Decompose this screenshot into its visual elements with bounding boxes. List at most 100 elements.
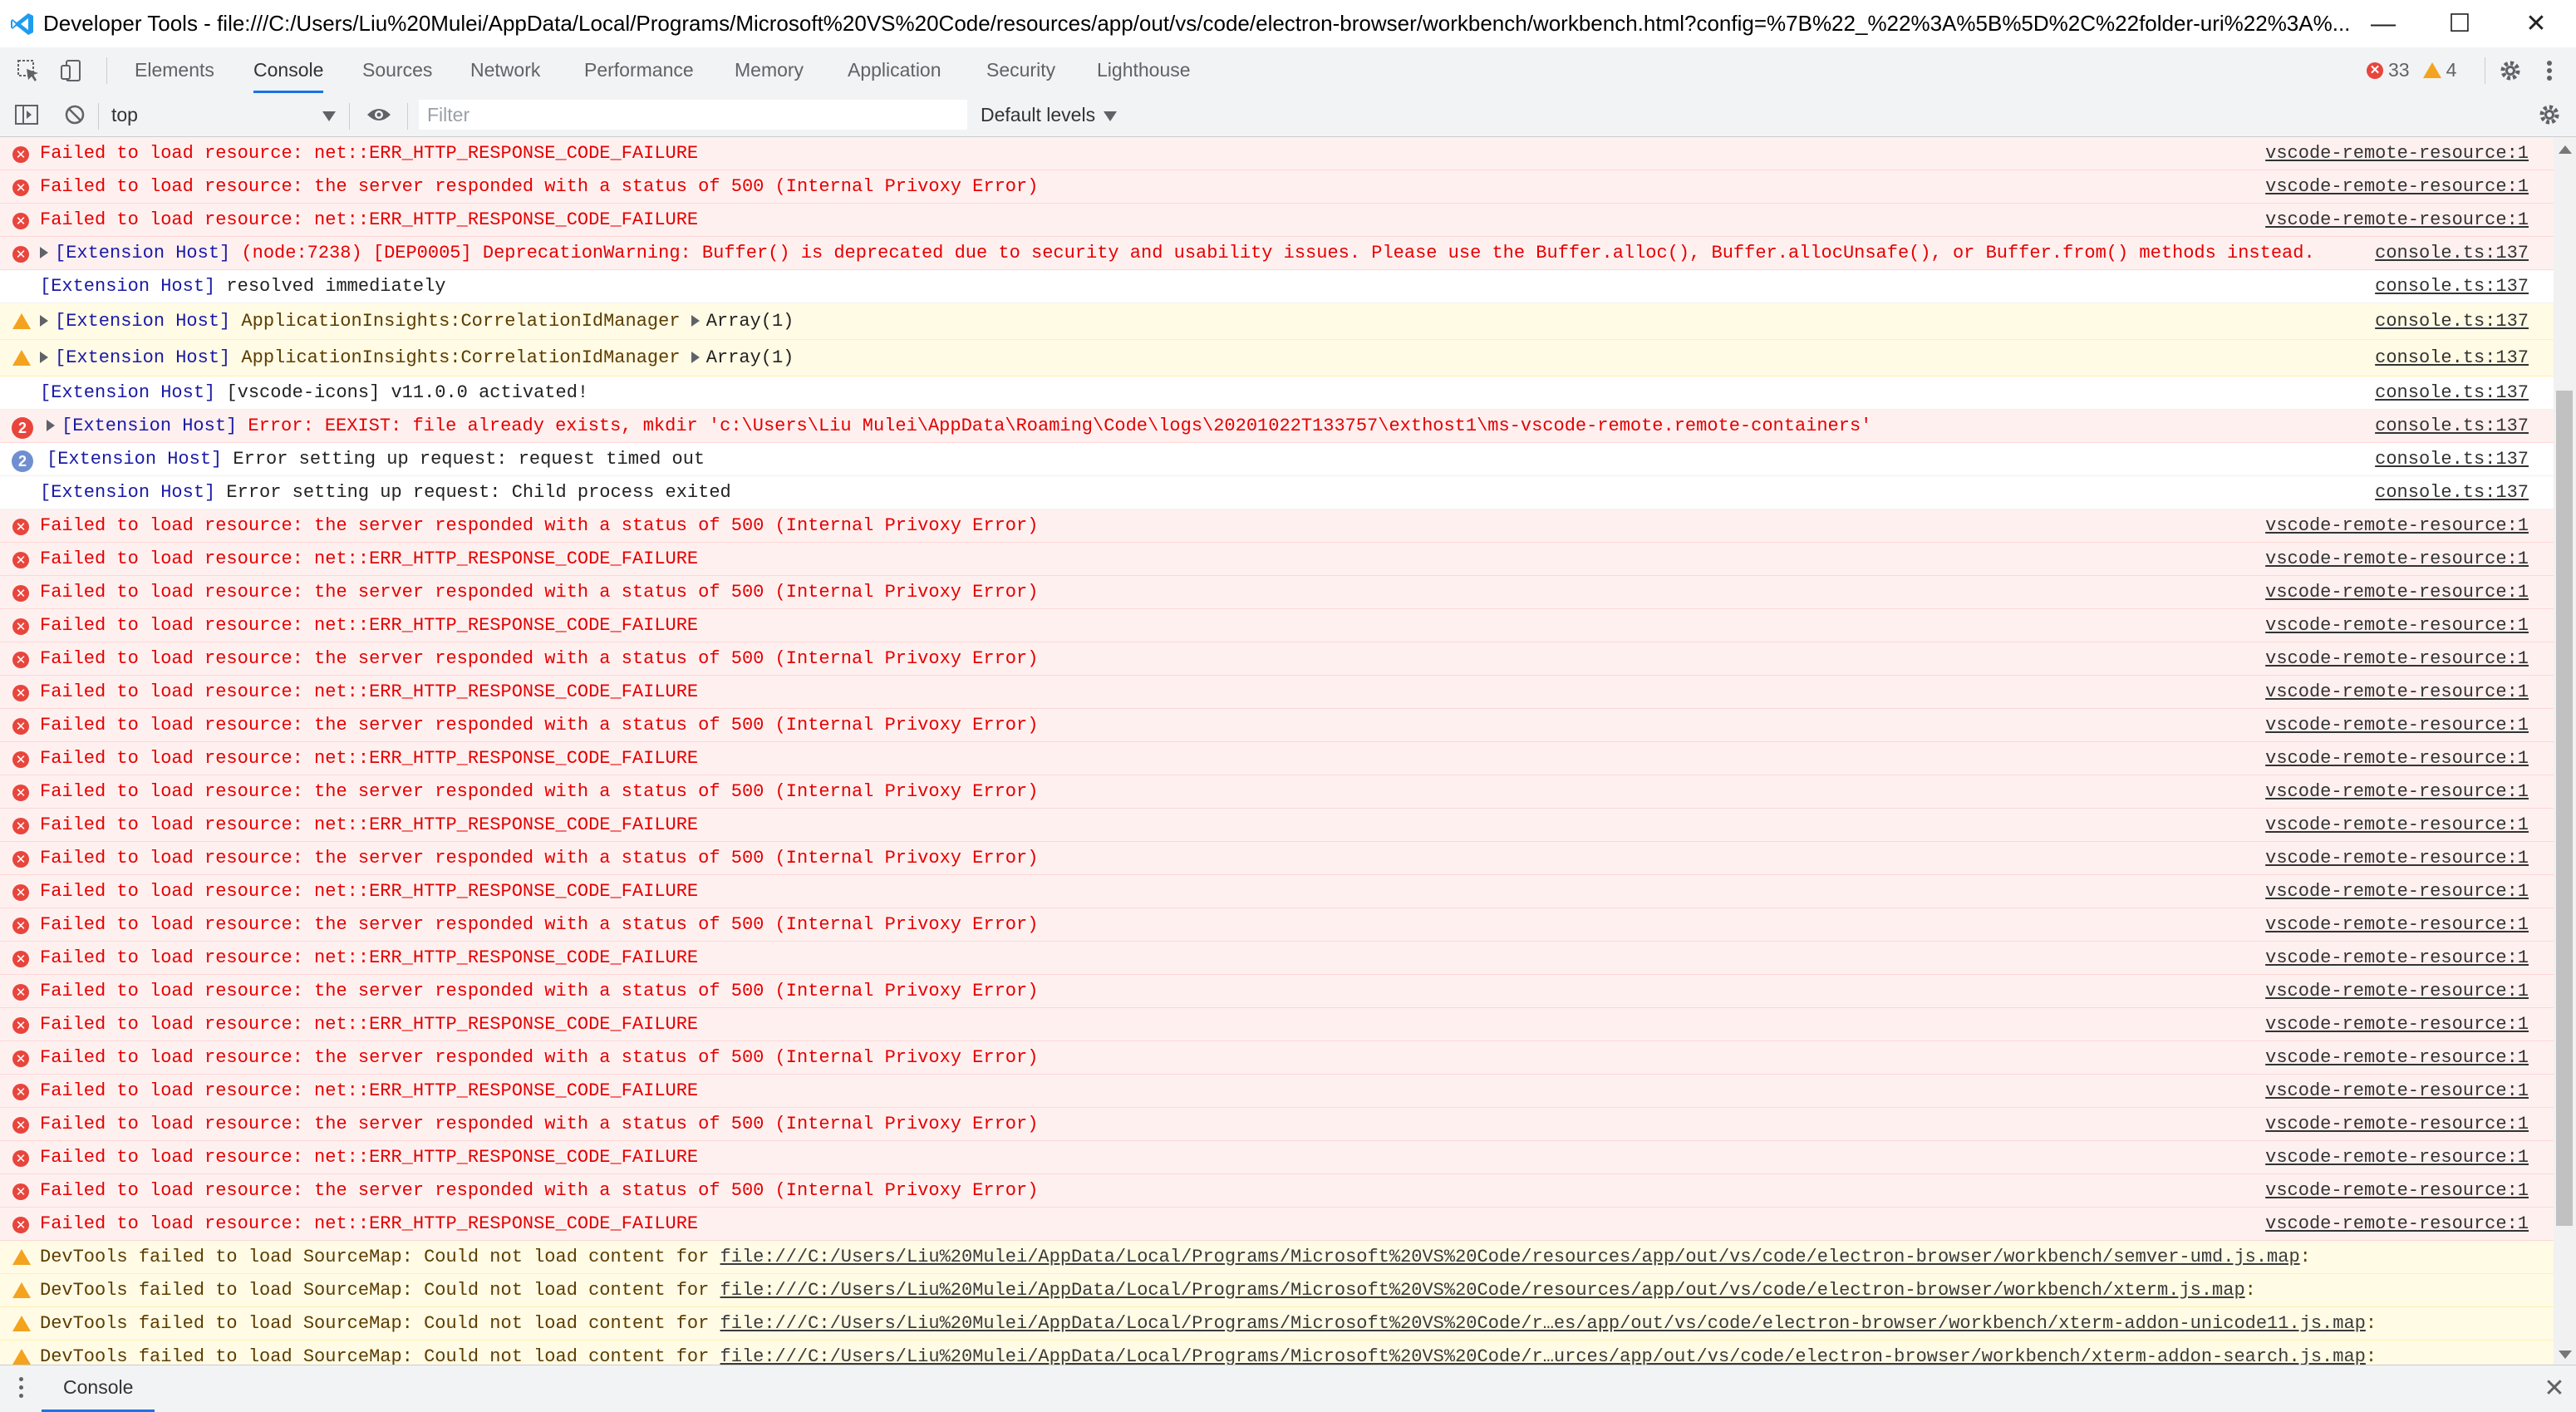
message-source-link[interactable]: vscode-remote-resource:1 [2265,709,2529,742]
log-levels-dropdown[interactable]: Default levels [981,100,1118,130]
tab-performance[interactable]: Performance [584,47,694,93]
message-source-link[interactable]: vscode-remote-resource:1 [2265,1208,2529,1241]
message-body: Failed to load resource: net::ERR_HTTP_R… [40,1147,699,1168]
scroll-up-arrow-icon[interactable] [2559,145,2572,154]
settings-gear-icon[interactable] [2494,54,2527,87]
message-source-link[interactable]: vscode-remote-resource:1 [2265,642,2529,676]
message-source-link[interactable]: vscode-remote-resource:1 [2265,1075,2529,1108]
message-source-link[interactable]: vscode-remote-resource:1 [2265,204,2529,237]
toolbar-divider [349,103,350,130]
message-text: Failed to load resource: net::ERR_HTTP_R… [40,676,698,709]
sourcemap-link[interactable]: file:///C:/Users/Liu%20Mulei/AppData/Loc… [720,1280,2245,1301]
drawer-tab-console[interactable]: Console [42,1365,155,1412]
expand-triangle-icon[interactable] [40,315,48,327]
message-source-link[interactable]: vscode-remote-resource:1 [2265,1174,2529,1208]
error-icon: ✕ [12,652,29,668]
console-messages: ✕Failed to load resource: net::ERR_HTTP_… [0,137,2554,1365]
tab-sources[interactable]: Sources [362,47,432,93]
message-array-value[interactable]: Array(1) [706,311,794,332]
sourcemap-link[interactable]: file:///C:/Users/Liu%20Mulei/AppData/Loc… [720,1346,2366,1365]
clear-console-icon[interactable] [58,98,91,131]
message-body: Failed to load resource: the server resp… [40,781,1039,802]
message-source-link[interactable]: console.ts:137 [2375,303,2529,340]
expand-triangle-icon[interactable] [691,352,700,364]
console-message-info: [Extension Host] [vscode-icons] v11.0.0 … [0,376,2554,410]
message-source-link[interactable]: vscode-remote-resource:1 [2265,576,2529,609]
expand-triangle-icon[interactable] [40,247,48,259]
expand-triangle-icon[interactable] [47,420,55,432]
minimize-button[interactable]: — [2345,0,2421,47]
tab-elements[interactable]: Elements [135,47,214,93]
scroll-down-arrow-icon[interactable] [2559,1351,2572,1359]
expand-triangle-icon[interactable] [691,315,700,327]
show-sidebar-icon[interactable] [10,98,43,131]
console-settings-gear-icon[interactable] [2533,98,2566,131]
message-source-link[interactable]: vscode-remote-resource:1 [2265,1141,2529,1174]
tab-console[interactable]: Console [253,47,324,93]
error-icon: ✕ [12,146,29,163]
message-source-link[interactable]: vscode-remote-resource:1 [2265,1108,2529,1141]
maximize-button[interactable]: ☐ [2421,0,2498,47]
message-source-link[interactable]: console.ts:137 [2375,443,2529,476]
error-icon: ✕ [12,918,29,934]
message-source-link[interactable]: vscode-remote-resource:1 [2265,742,2529,775]
message-source-link[interactable]: vscode-remote-resource:1 [2265,908,2529,942]
issue-counts[interactable]: ✕ 33 4 [2367,47,2456,93]
device-toolbar-icon[interactable] [55,54,88,87]
tab-lighthouse[interactable]: Lighthouse [1097,47,1191,93]
tab-network[interactable]: Network [470,47,540,93]
message-body: Failed to load resource: the server resp… [40,715,1039,736]
message-body: Failed to load resource: the server resp… [40,648,1039,669]
repeat-count-badge: 2 [12,417,33,439]
error-icon: ✕ [12,785,29,801]
message-source-link[interactable]: vscode-remote-resource:1 [2265,543,2529,576]
drawer-menu-icon[interactable] [18,1377,25,1400]
error-icon: ✕ [12,246,29,263]
message-text: Failed to load resource: the server resp… [40,908,1038,942]
message-source-link[interactable]: console.ts:137 [2375,340,2529,376]
message-source-link[interactable]: vscode-remote-resource:1 [2265,609,2529,642]
message-source-link[interactable]: vscode-remote-resource:1 [2265,975,2529,1008]
error-icon: ✕ [12,213,29,229]
message-text: Failed to load resource: net::ERR_HTTP_R… [40,809,698,842]
tab-application[interactable]: Application [848,47,941,93]
message-text: Failed to load resource: net::ERR_HTTP_R… [40,204,698,237]
error-icon: ✕ [12,718,29,735]
message-source-link[interactable]: vscode-remote-resource:1 [2265,1008,2529,1041]
scrollbar-thumb[interactable] [2556,391,2573,1226]
message-source-link[interactable]: vscode-remote-resource:1 [2265,875,2529,908]
inspect-element-icon[interactable] [12,54,45,87]
message-source-link[interactable]: vscode-remote-resource:1 [2265,1041,2529,1075]
more-options-icon[interactable] [2533,54,2566,87]
message-source-link[interactable]: console.ts:137 [2375,410,2529,443]
message-source-link[interactable]: console.ts:137 [2375,237,2529,270]
message-body: Failed to load resource: the server resp… [40,582,1039,603]
expand-triangle-icon[interactable] [40,352,48,364]
message-source-link[interactable]: vscode-remote-resource:1 [2265,942,2529,975]
log-levels-label: Default levels [981,104,1096,125]
tab-security[interactable]: Security [986,47,1055,93]
message-text: [Extension Host] ApplicationInsights:Cor… [40,303,794,340]
message-array-value[interactable]: Array(1) [706,347,794,368]
message-source-link[interactable]: vscode-remote-resource:1 [2265,842,2529,875]
drawer-close-icon[interactable]: ✕ [2538,1372,2571,1405]
context-selector[interactable]: top [111,100,336,130]
message-source-link[interactable]: vscode-remote-resource:1 [2265,809,2529,842]
context-value: top [111,104,138,125]
message-source-link[interactable]: console.ts:137 [2375,376,2529,410]
message-source-link[interactable]: vscode-remote-resource:1 [2265,775,2529,809]
live-expression-eye-icon[interactable] [362,98,396,131]
sourcemap-link[interactable]: file:///C:/Users/Liu%20Mulei/AppData/Loc… [720,1313,2366,1334]
message-source-link[interactable]: vscode-remote-resource:1 [2265,170,2529,204]
close-window-button[interactable]: ✕ [2498,0,2574,47]
message-source-link[interactable]: console.ts:137 [2375,270,2529,303]
filter-input[interactable] [419,100,967,130]
message-source-link[interactable]: console.ts:137 [2375,476,2529,509]
sourcemap-link[interactable]: file:///C:/Users/Liu%20Mulei/AppData/Loc… [720,1247,2300,1267]
error-icon: ✕ [12,552,29,568]
message-source-link[interactable]: vscode-remote-resource:1 [2265,509,2529,543]
tab-memory[interactable]: Memory [735,47,804,93]
message-source-link[interactable]: vscode-remote-resource:1 [2265,137,2529,170]
message-source-link[interactable]: vscode-remote-resource:1 [2265,676,2529,709]
message-text: DevTools failed to load SourceMap: Could… [40,1241,2311,1274]
